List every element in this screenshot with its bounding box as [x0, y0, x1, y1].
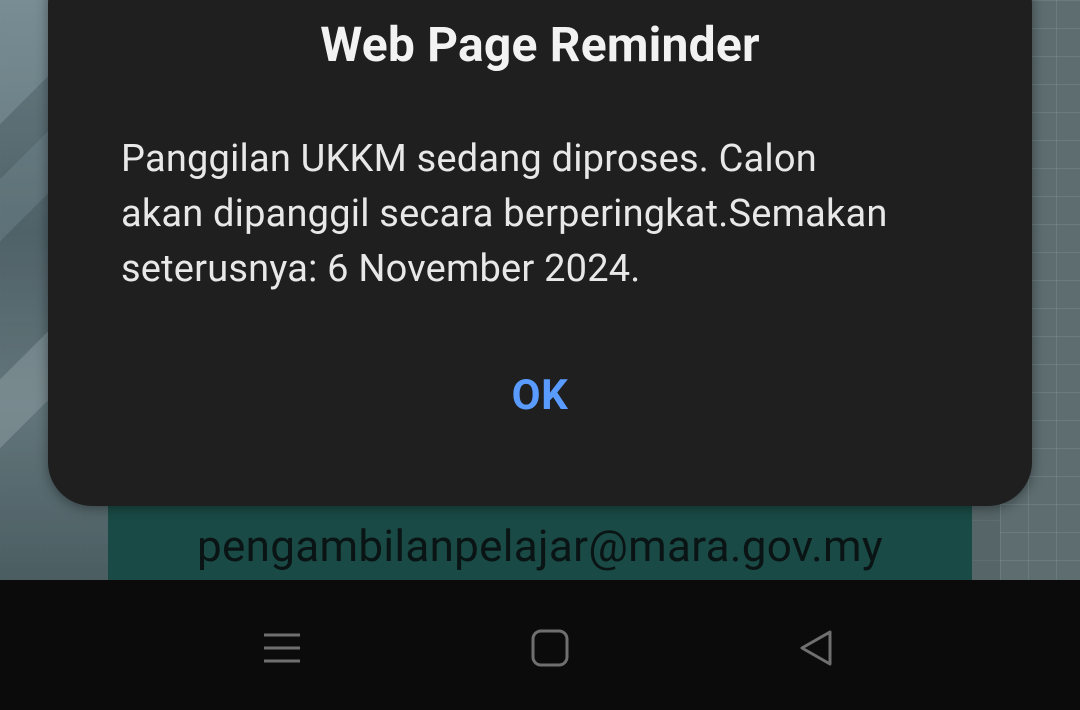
menu-icon	[262, 628, 302, 668]
square-icon	[530, 628, 570, 668]
dialog-message: Panggilan UKKM sedang diproses. Calon ak…	[121, 132, 981, 297]
back-button[interactable]	[786, 618, 846, 678]
screen: pengambilanpelajar@mara.gov.my Web Page …	[0, 0, 1080, 710]
dialog-message-line: Panggilan UKKM sedang diproses. Calon	[121, 137, 817, 181]
dialog-message-line: seterusnya: 6 November 2024.	[121, 247, 641, 291]
web-page-reminder-dialog: Web Page Reminder Panggilan UKKM sedang …	[48, 0, 1032, 506]
home-button[interactable]	[520, 618, 580, 678]
system-navigation-bar	[0, 580, 1080, 710]
email-banner: pengambilanpelajar@mara.gov.my	[108, 505, 972, 580]
dialog-title: Web Page Reminder	[320, 16, 760, 73]
recent-apps-button[interactable]	[252, 618, 312, 678]
ok-button[interactable]: OK	[480, 360, 600, 430]
dialog-message-line: akan dipanggil secara berperingkat.Semak…	[121, 192, 888, 236]
contact-email[interactable]: pengambilanpelajar@mara.gov.my	[197, 520, 883, 572]
triangle-back-icon	[796, 628, 836, 668]
